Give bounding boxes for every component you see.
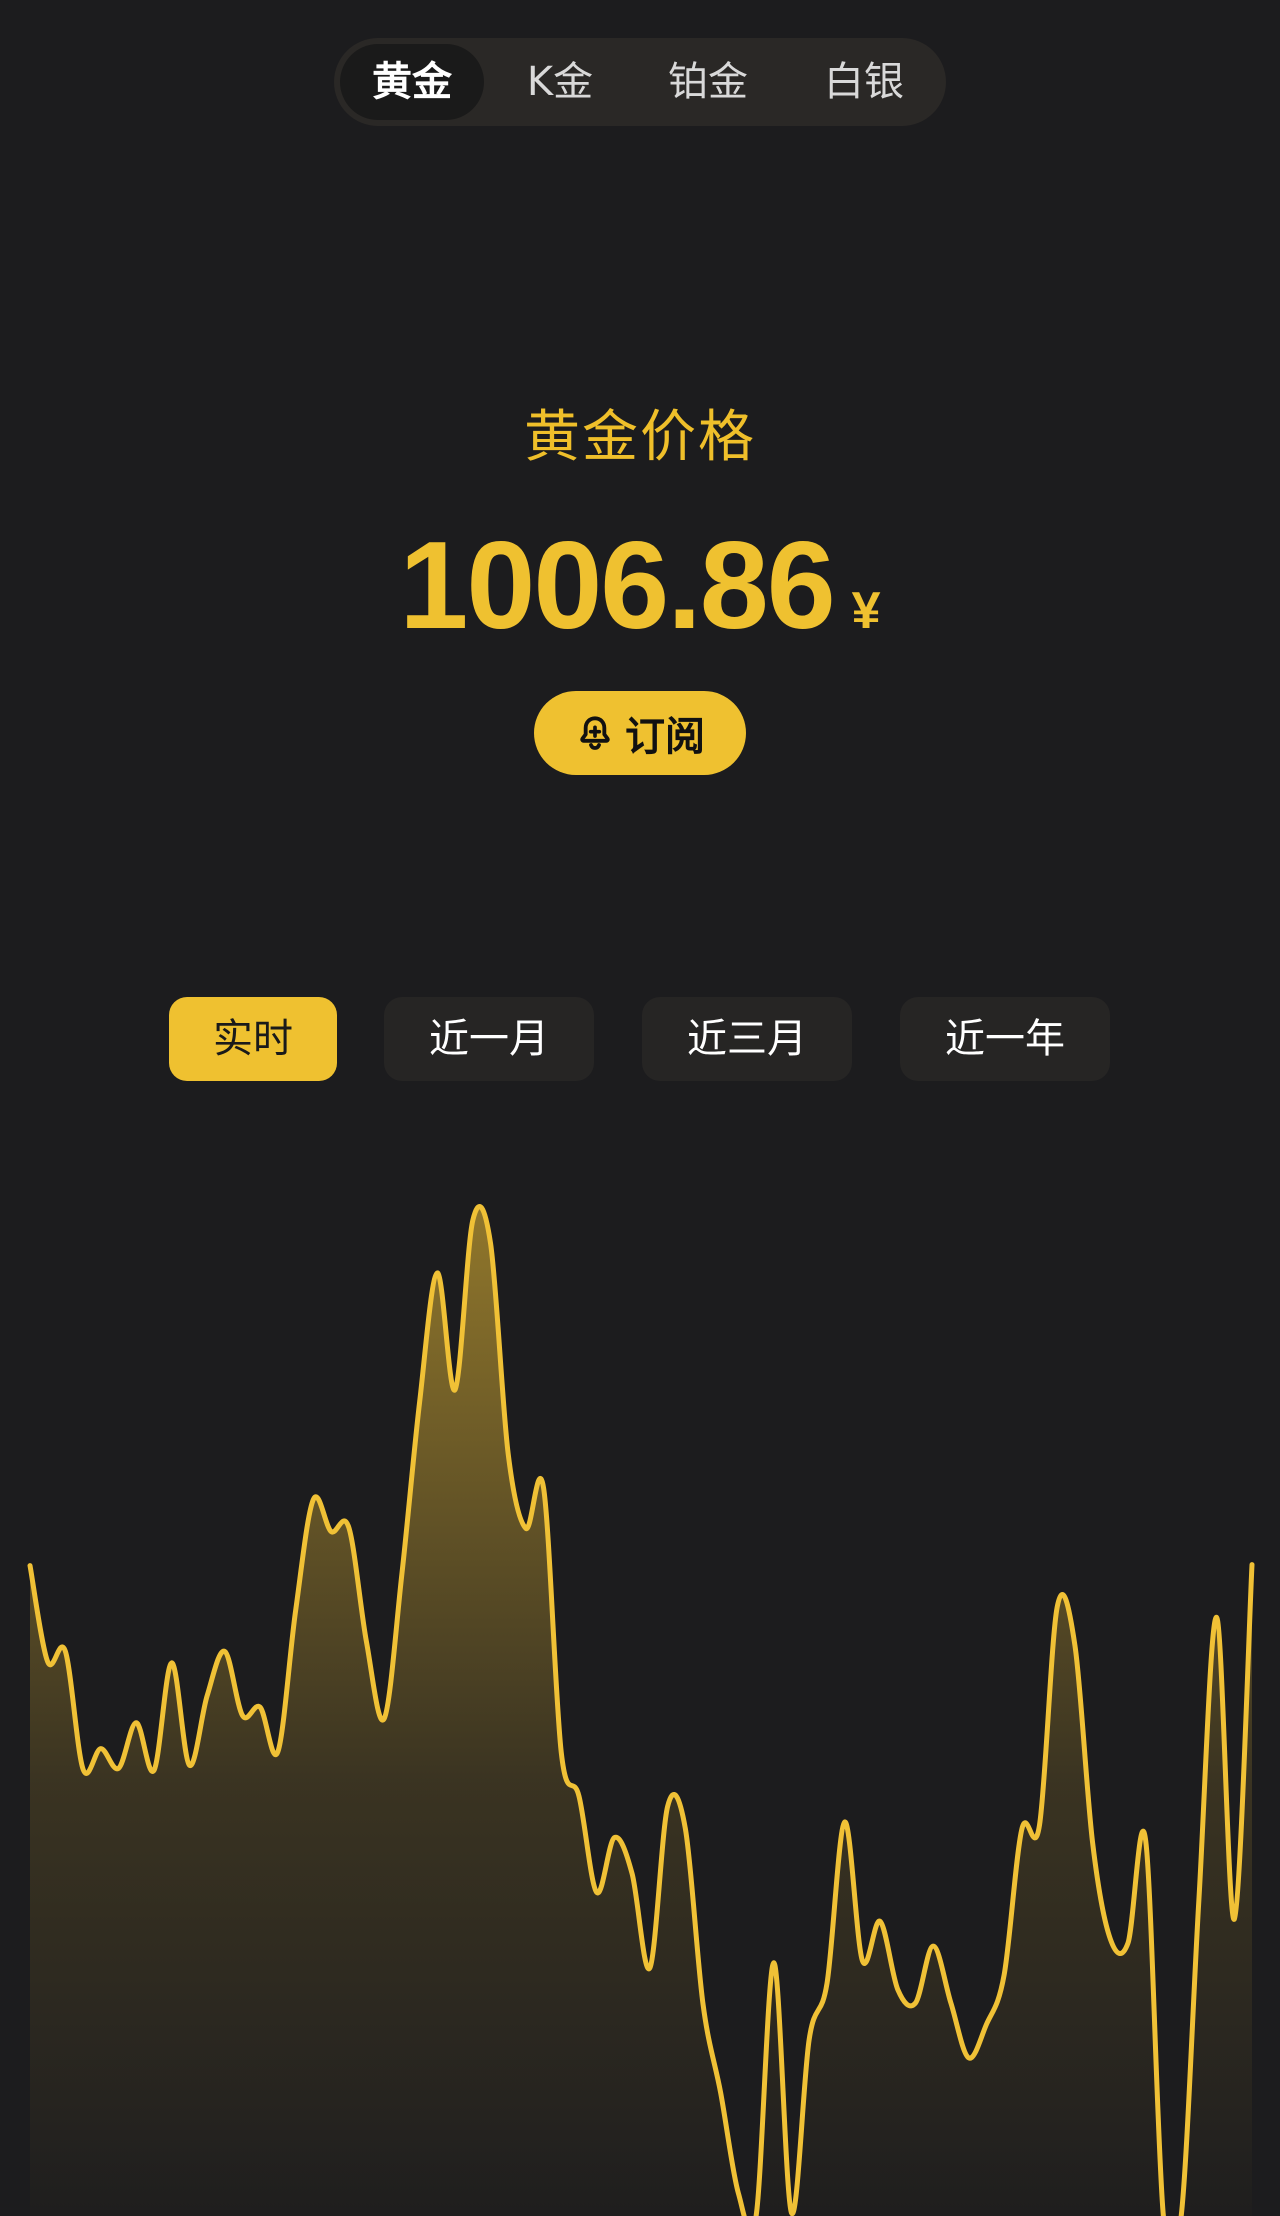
chart-point [152,1768,156,1773]
chart-point [1143,1838,1148,1843]
chart-point [1037,1823,1042,1828]
chart-point [28,1563,32,1568]
metal-segmented-control: 黄金 K金 铂金 白银 [334,38,946,126]
chart-point [789,2210,794,2215]
chart-point [1214,1615,1219,1620]
chart-point [825,1981,829,1986]
chart-point [541,1486,546,1491]
chart-point [311,1497,316,1502]
chart-point [1090,1840,1095,1845]
chart-point [275,1749,280,1754]
chart-point [665,1804,670,1809]
chart-point [417,1400,422,1405]
chart-point [258,1705,263,1710]
price-chart [27,1204,1255,2216]
chart-point [453,1387,457,1392]
chart-point [222,1649,227,1654]
chart-point [169,1660,174,1665]
bell-plus-icon [580,716,610,750]
chart-point [683,1826,688,1831]
range-tab-1-year[interactable]: 近一年 [900,997,1110,1081]
chart-point [612,1835,617,1840]
chart-point [913,2001,918,2005]
chart-point [966,2055,971,2060]
chart-point [647,1965,652,1970]
subscribe-label: 订阅 [625,714,705,760]
chart-point [116,1766,121,1771]
chart-point [1126,1941,1130,1945]
range-tab-1-month[interactable]: 近一月 [384,997,594,1081]
currency-symbol: ¥ [851,582,881,640]
chart-point [630,1871,635,1876]
chart-point [364,1640,369,1645]
range-tab-3-months[interactable]: 近三月 [642,997,852,1081]
chart-point [577,1794,581,1799]
chart-point [187,1763,192,1768]
chart-point [1196,1897,1201,1902]
price-title: 黄金价格 [524,405,756,470]
range-tab-realtime[interactable]: 实时 [169,997,337,1081]
chart-point [346,1525,351,1530]
chart-point [948,2001,953,2005]
chart-point [1019,1827,1024,1832]
chart-point [878,1919,883,1924]
chart-point [842,1820,847,1824]
chart-point [1055,1605,1060,1609]
chart-point [205,1693,210,1698]
chart-point [240,1713,245,1718]
chart-point [1108,1936,1113,1941]
tab-gold[interactable]: 黄金 [340,44,484,120]
chart-point [506,1451,511,1456]
price-row: 1006.86 ¥ [0,515,1280,657]
chart-point [736,2191,741,2196]
chart-point [470,1218,475,1223]
chart-point [718,2091,723,2095]
chart-point [488,1241,493,1245]
chart-point [1250,1562,1254,1567]
chart-point [807,2037,812,2042]
chart-point [293,1608,298,1613]
chart-area-fill [30,1206,1252,2216]
chart-point [329,1529,334,1534]
chart-point [1002,1973,1007,1978]
chart-point [63,1649,68,1654]
tab-k-gold[interactable]: K金 [490,44,630,120]
chart-point [701,2002,705,2006]
chart-point [984,2022,989,2027]
chart-point [1232,1917,1237,1922]
chart-point [435,1271,440,1275]
chart-point [594,1890,599,1895]
chart-point [771,1960,776,1965]
chart-point [382,1716,387,1721]
chart-point [523,1526,528,1531]
chart-point [98,1746,103,1751]
subscribe-button[interactable]: 订阅 [534,691,746,775]
chart-point [134,1720,139,1725]
chart-point [399,1571,404,1576]
chart-point [895,1987,900,1992]
chart-point [559,1750,564,1755]
chart-point [860,1958,865,1963]
chart-point [931,1944,936,1949]
tab-platinum[interactable]: 铂金 [638,44,778,120]
chart-point [45,1659,50,1664]
tab-silver[interactable]: 白银 [794,44,934,120]
chart-point [1072,1643,1077,1648]
chart-point [81,1767,86,1772]
price-value: 1006.86 [399,517,835,655]
